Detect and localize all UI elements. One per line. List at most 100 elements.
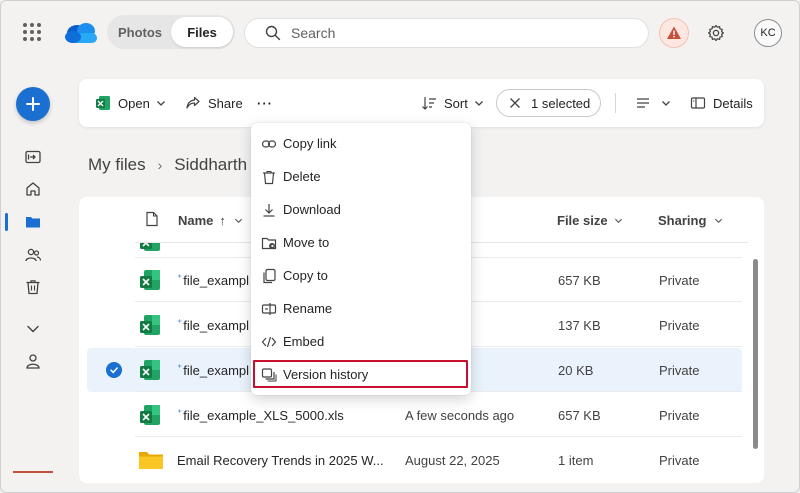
- scrollbar-thumb[interactable]: [753, 259, 758, 449]
- warning-icon: [667, 26, 681, 39]
- file-name-text: file_exampl: [183, 318, 250, 333]
- file-name[interactable]: ⁺file_exampl: [177, 363, 249, 378]
- folder-icon: [138, 448, 163, 472]
- sort-button[interactable]: Sort: [421, 79, 484, 127]
- excel-file-icon: [138, 313, 162, 337]
- open-button[interactable]: Open: [95, 79, 166, 127]
- link-icon: [261, 136, 277, 152]
- menu-item-download[interactable]: Download: [251, 193, 471, 226]
- file-size: 137 KB: [558, 318, 601, 333]
- share-label: Share: [208, 95, 243, 111]
- search-input[interactable]: [291, 25, 611, 41]
- menu-item-version-history[interactable]: Version history: [253, 360, 468, 388]
- details-button[interactable]: Details: [690, 79, 753, 127]
- name-header-label: Name: [178, 213, 214, 228]
- avatar[interactable]: KC: [754, 19, 782, 47]
- menu-item-copy-to[interactable]: Copy to: [251, 259, 471, 292]
- chevron-down-icon: [715, 218, 723, 224]
- excel-file-icon: [138, 403, 162, 427]
- command-bar: Open Share ··· Sort 1 selected Details: [79, 79, 764, 127]
- file-name-text: Email Recovery Trends in 2025 W...: [177, 453, 384, 468]
- app-launcher-icon[interactable]: [23, 23, 41, 41]
- tab-photos[interactable]: Photos: [109, 17, 171, 47]
- rail-item-account[interactable]: [22, 350, 44, 372]
- view-options-button[interactable]: [635, 79, 671, 127]
- menu-label: Rename: [283, 301, 333, 316]
- search-icon: [265, 25, 281, 41]
- row-checkbox-checked[interactable]: [106, 362, 122, 378]
- share-button[interactable]: Share: [185, 79, 243, 127]
- table-row[interactable]: Email Recovery Trends in 2025 W... August…: [87, 438, 742, 482]
- column-header-name[interactable]: Name ↑: [178, 213, 243, 228]
- file-size: 20 KB: [558, 363, 594, 378]
- sort-label: Sort: [444, 95, 468, 111]
- list-view-icon: [637, 98, 649, 108]
- create-new-button[interactable]: [16, 87, 50, 121]
- rail-item-people[interactable]: [22, 244, 44, 266]
- open-label: Open: [118, 95, 150, 111]
- warning-button[interactable]: [659, 18, 689, 48]
- column-header-sharing[interactable]: Sharing: [658, 213, 723, 228]
- excel-icon: [96, 96, 110, 110]
- menu-item-move-to[interactable]: Move to: [251, 226, 471, 259]
- share-icon: [186, 96, 200, 109]
- file-name[interactable]: ⁺file_example_XLS_5000.xls: [177, 408, 344, 423]
- sharing-status: Private: [659, 318, 700, 333]
- menu-item-embed[interactable]: Embed: [251, 325, 471, 358]
- size-header-label: File size: [557, 213, 608, 228]
- shared-icon: [25, 150, 41, 164]
- file-name[interactable]: Email Recovery Trends in 2025 W...: [177, 453, 384, 468]
- more-actions-button[interactable]: ···: [257, 79, 273, 127]
- chevron-down-icon: [662, 101, 670, 106]
- breadcrumb-root[interactable]: My files: [88, 155, 146, 175]
- chevron-down-icon: [474, 101, 483, 106]
- people-icon: [25, 248, 42, 262]
- copy-icon: [261, 268, 277, 284]
- menu-item-copy-link[interactable]: Copy link: [251, 127, 471, 160]
- chevron-down-icon: [156, 101, 165, 106]
- new-file-sparkle-icon: ⁺: [177, 363, 183, 374]
- table-row[interactable]: ⁺file_example_XLS_5000.xls A few seconds …: [87, 393, 742, 437]
- file-name[interactable]: ⁺file_exampl: [177, 273, 249, 288]
- trash-icon: [261, 169, 277, 185]
- rename-icon: [261, 301, 277, 317]
- file-name-text: file_example_XLS_5000.xls: [183, 408, 344, 423]
- person-icon: [26, 354, 40, 369]
- file-size: 1 item: [558, 453, 594, 468]
- column-header-size[interactable]: File size: [557, 213, 623, 228]
- onedrive-logo[interactable]: [63, 21, 99, 45]
- menu-item-rename[interactable]: Rename: [251, 292, 471, 325]
- sort-ascending-icon: ↑: [219, 213, 226, 228]
- chevron-down-icon: [234, 218, 242, 224]
- search-box[interactable]: [244, 18, 649, 48]
- sharing-status: Private: [659, 453, 700, 468]
- file-type-header[interactable]: [145, 211, 159, 227]
- rail-item-my-files[interactable]: [22, 211, 44, 233]
- breadcrumb-current[interactable]: Siddharth: [174, 155, 247, 175]
- tab-files[interactable]: Files: [171, 17, 233, 47]
- sharing-status: Private: [659, 408, 700, 423]
- rail-item-home[interactable]: [22, 178, 44, 200]
- clear-selection-button[interactable]: 1 selected: [496, 89, 601, 117]
- rail-expand-button[interactable]: [22, 318, 44, 340]
- new-file-sparkle-icon: ⁺: [177, 408, 183, 419]
- close-icon: [510, 98, 520, 108]
- row-divider: [135, 436, 742, 437]
- menu-item-delete[interactable]: Delete: [251, 160, 471, 193]
- more-icon: ···: [257, 95, 273, 111]
- menu-label: Copy link: [283, 136, 337, 151]
- settings-button[interactable]: [704, 21, 728, 45]
- sharing-header-label: Sharing: [658, 213, 707, 228]
- menu-label: Download: [283, 202, 341, 217]
- details-label: Details: [713, 95, 753, 111]
- rail-item-shared[interactable]: [22, 146, 44, 168]
- onedrive-window: Photos Files KC: [0, 0, 800, 493]
- home-icon: [26, 182, 40, 196]
- details-pane-icon: [690, 97, 706, 109]
- sort-icon: [422, 97, 436, 110]
- chevron-right-icon: ›: [157, 157, 163, 173]
- rail-item-recycle-bin[interactable]: [22, 276, 44, 298]
- file-name-text: file_exampl: [183, 363, 250, 378]
- file-name[interactable]: ⁺file_exampl: [177, 318, 249, 333]
- checkmark-icon: [110, 367, 118, 374]
